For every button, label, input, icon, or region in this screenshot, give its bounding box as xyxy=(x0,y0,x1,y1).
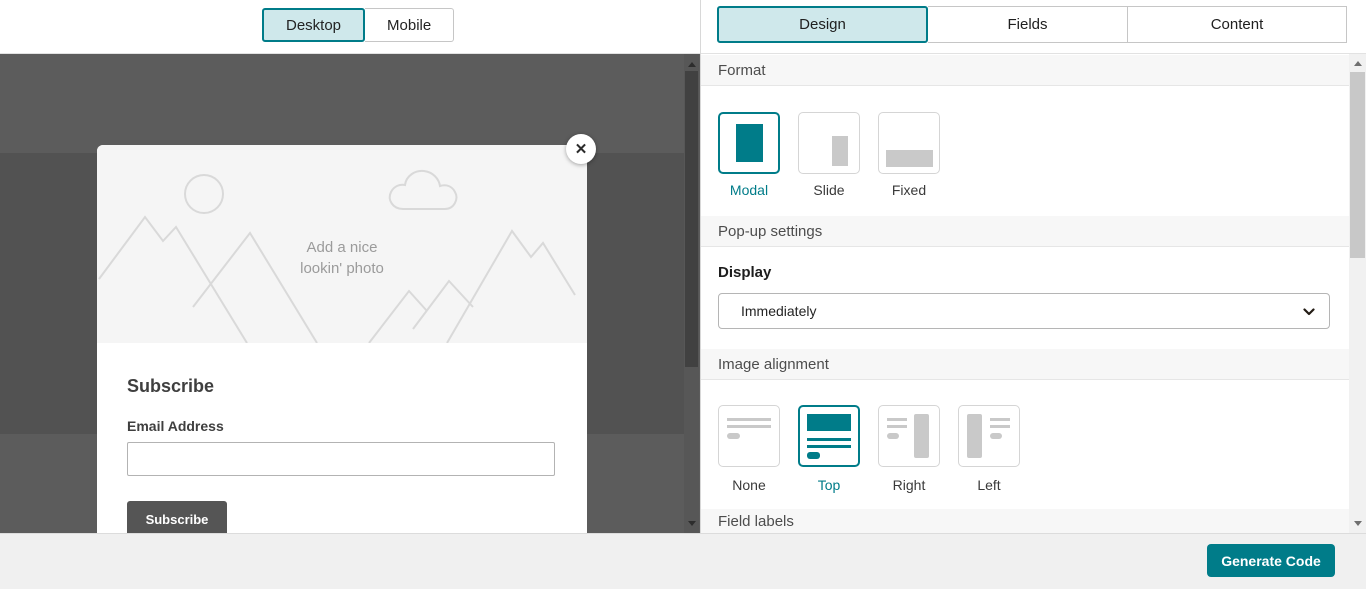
alignment-option-none[interactable] xyxy=(718,405,780,467)
alignment-label-none: None xyxy=(718,477,780,493)
sun-icon xyxy=(185,175,223,213)
display-select-value: Immediately xyxy=(741,303,816,319)
tab-design-label: Design xyxy=(799,16,846,33)
section-title: Pop-up settings xyxy=(718,223,822,240)
format-option-slide[interactable] xyxy=(798,112,860,174)
section-title: Field labels xyxy=(718,513,794,530)
subscribe-button[interactable]: Subscribe xyxy=(127,501,227,533)
format-label-modal: Modal xyxy=(718,182,780,198)
panel-scrollbar[interactable] xyxy=(1349,54,1366,533)
preview-stage: Add a nice lookin' photo ✕ Subscribe Ema… xyxy=(0,54,700,533)
format-label-slide: Slide xyxy=(798,182,860,198)
panel-tabs: Design Fields Content xyxy=(717,6,1347,43)
scroll-down-icon[interactable] xyxy=(684,515,699,531)
tab-content-label: Content xyxy=(1211,16,1264,33)
desktop-toggle-label: Desktop xyxy=(286,17,341,34)
format-fixed-icon xyxy=(886,150,933,167)
mobile-toggle-button[interactable]: Mobile xyxy=(365,8,454,42)
preview-scrollbar[interactable] xyxy=(684,54,699,533)
popup-heading: Subscribe xyxy=(127,376,214,397)
close-icon: ✕ xyxy=(575,140,588,158)
alignment-label-top: Top xyxy=(798,477,860,493)
section-title: Image alignment xyxy=(718,356,829,373)
section-header-field-labels: Field labels xyxy=(701,509,1349,533)
alignment-option-top[interactable] xyxy=(798,405,860,467)
format-option-modal[interactable] xyxy=(718,112,780,174)
format-modal-icon xyxy=(736,124,763,162)
mountain-left-icon xyxy=(99,217,247,343)
footer-bar xyxy=(0,533,1366,589)
email-label: Email Address xyxy=(127,418,224,434)
desktop-toggle-button[interactable]: Desktop xyxy=(262,8,365,42)
device-toggle: Desktop Mobile xyxy=(262,8,454,42)
placeholder-text-line1: Add a nice xyxy=(97,237,587,258)
section-title: Format xyxy=(718,62,766,79)
mobile-toggle-label: Mobile xyxy=(387,17,431,34)
alignment-option-left[interactable] xyxy=(958,405,1020,467)
section-header-popup-settings: Pop-up settings xyxy=(701,216,1349,247)
alignment-label-right: Right xyxy=(878,477,940,493)
section-header-format: Format xyxy=(701,55,1349,86)
tab-design[interactable]: Design xyxy=(717,6,928,43)
tab-fields[interactable]: Fields xyxy=(928,6,1128,43)
placeholder-text: Add a nice lookin' photo xyxy=(97,237,587,279)
tab-content[interactable]: Content xyxy=(1128,6,1347,43)
alignment-label-left: Left xyxy=(958,477,1020,493)
placeholder-text-line2: lookin' photo xyxy=(97,258,587,279)
popup-image-placeholder[interactable]: Add a nice lookin' photo xyxy=(97,145,587,343)
scroll-up-icon[interactable] xyxy=(684,56,699,72)
alignment-option-right[interactable] xyxy=(878,405,940,467)
preview-scrollbar-thumb[interactable] xyxy=(685,71,698,367)
scroll-down-icon[interactable] xyxy=(1349,515,1366,532)
chevron-down-icon xyxy=(1303,303,1315,319)
format-slide-icon xyxy=(832,136,848,166)
format-option-fixed[interactable] xyxy=(878,112,940,174)
format-label-fixed: Fixed xyxy=(878,182,940,198)
popup-preview-modal: Add a nice lookin' photo ✕ Subscribe Ema… xyxy=(97,145,587,533)
panel-scrollbar-thumb[interactable] xyxy=(1350,72,1365,258)
close-button[interactable]: ✕ xyxy=(566,134,596,164)
cloud-icon xyxy=(390,171,457,209)
display-label: Display xyxy=(718,264,771,281)
generate-code-button[interactable]: Generate Code xyxy=(1207,544,1335,577)
display-select[interactable]: Immediately xyxy=(718,293,1330,329)
email-field[interactable] xyxy=(127,442,555,476)
section-header-image-alignment: Image alignment xyxy=(701,349,1349,380)
scroll-up-icon[interactable] xyxy=(1349,55,1366,72)
tab-fields-label: Fields xyxy=(1007,16,1047,33)
